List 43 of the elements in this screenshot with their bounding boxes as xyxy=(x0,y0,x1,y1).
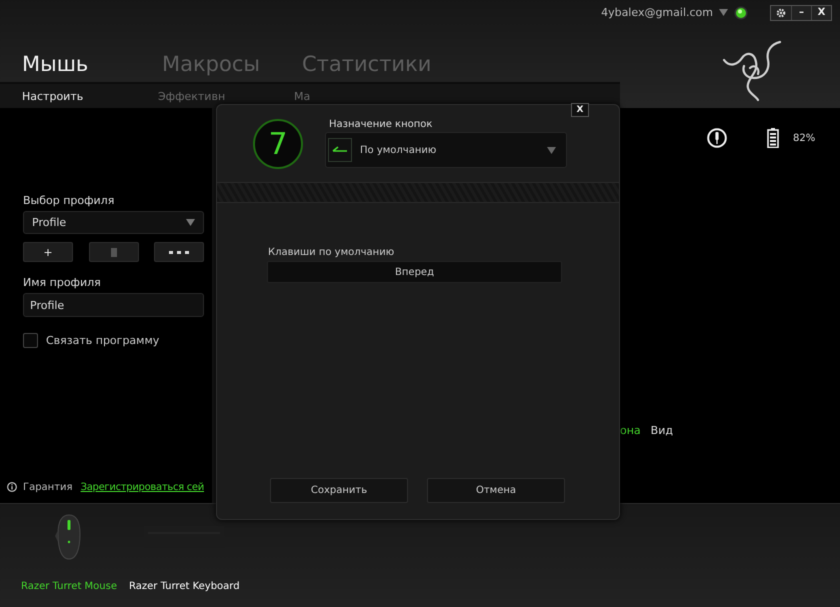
view-tab[interactable]: Вид xyxy=(650,424,673,437)
battery-level: 82% xyxy=(793,132,816,144)
trash-icon xyxy=(110,248,116,256)
sub-tab[interactable]: Настроить xyxy=(22,90,158,102)
delete-profile-button[interactable] xyxy=(88,242,138,262)
button-number: 7 xyxy=(253,119,303,169)
link-program-checkbox[interactable] xyxy=(23,333,38,348)
close-button[interactable]: X xyxy=(811,6,831,20)
settings-button[interactable] xyxy=(771,6,791,20)
device-tab[interactable]: Razer Turret Mouse xyxy=(21,581,118,592)
cancel-button[interactable]: Отмена xyxy=(427,478,565,503)
field-label: Выбор профиля xyxy=(23,194,116,207)
add-profile-button[interactable]: + xyxy=(23,242,73,262)
close-button[interactable]: X xyxy=(571,103,589,117)
profile-name-field[interactable]: Profile xyxy=(23,293,204,317)
field-label: Имя профиля xyxy=(23,276,102,289)
key-value-field[interactable]: Вперед xyxy=(267,261,562,283)
profile-dropdown[interactable]: Profile xyxy=(23,211,204,234)
checkbox-label: Связать программу xyxy=(46,334,160,347)
view-tab[interactable]: она xyxy=(620,424,641,437)
settings-icon xyxy=(776,8,786,18)
battery-icon xyxy=(767,128,779,148)
warranty-label: Гарантия xyxy=(22,482,73,492)
caret-icon[interactable] xyxy=(719,9,728,16)
assignment-dropdown[interactable]: По умолчанию xyxy=(325,132,567,168)
caret-icon xyxy=(186,219,195,226)
minimize-button[interactable]: – xyxy=(791,6,811,20)
account-email[interactable]: 4ybalex@gmail.com xyxy=(601,6,713,19)
arrow-left-icon xyxy=(328,138,352,162)
info-icon xyxy=(7,481,17,493)
mouse-icon xyxy=(707,128,727,148)
main-tab[interactable]: Мышь xyxy=(22,52,162,76)
status-orb-icon xyxy=(734,6,748,20)
save-button[interactable]: Сохранить xyxy=(270,478,408,503)
device-tab[interactable]: Razer Turret Keyboard xyxy=(129,581,240,592)
register-link[interactable]: Зарегистрироваться сей xyxy=(80,482,204,492)
snake-logo-icon xyxy=(720,38,784,102)
dots-icon xyxy=(169,250,189,254)
field-label: Клавиши по умолчанию xyxy=(267,247,396,258)
more-options-button[interactable] xyxy=(154,242,204,262)
mouse-device-icon[interactable] xyxy=(55,514,83,560)
caret-icon xyxy=(547,146,556,154)
field-label: Назначение кнопок xyxy=(328,119,434,130)
